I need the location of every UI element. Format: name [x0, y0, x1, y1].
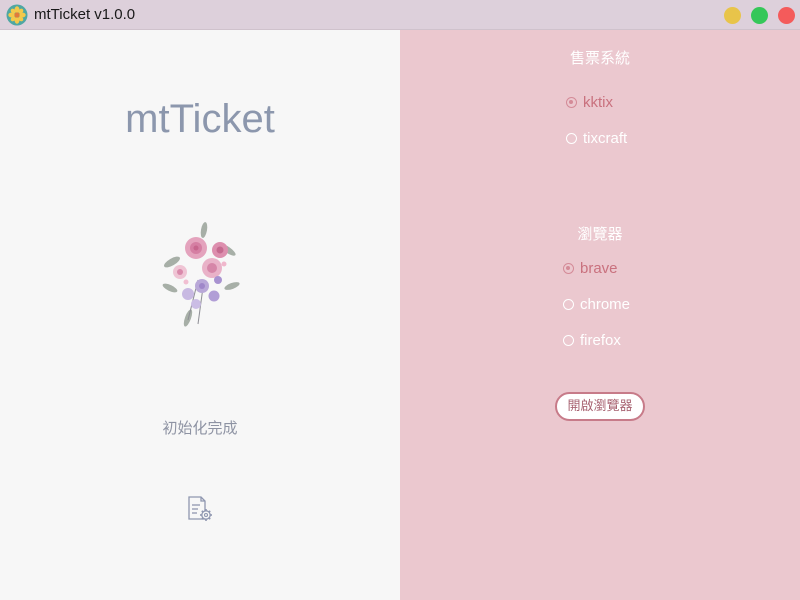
close-button[interactable] [778, 7, 795, 24]
browser-title: 瀏覽器 [577, 225, 623, 243]
status-text: 初始化完成 [162, 419, 238, 437]
radio-brave-label: brave [580, 260, 618, 277]
radio-kktix-label: kktix [583, 94, 613, 111]
radio-unselected-icon[interactable] [563, 335, 574, 346]
radio-unselected-icon[interactable] [563, 299, 574, 310]
title-bar[interactable]: mtTicket v1.0.0 [0, 0, 800, 30]
radio-chrome-label: chrome [580, 296, 631, 313]
radio-selected-icon[interactable] [566, 97, 577, 108]
radio-firefox-label: firefox [580, 332, 621, 349]
radio-tixcraft-label: tixcraft [583, 130, 628, 147]
minimize-button[interactable] [724, 7, 741, 24]
ticket-system-title: 售票系統 [569, 49, 630, 67]
maximize-button[interactable] [751, 7, 768, 24]
radio-kktix[interactable]: kktix [566, 94, 613, 111]
left-panel: mtTicket 初始化完成 [0, 30, 400, 600]
radio-selected-icon[interactable] [563, 263, 574, 274]
app-brand-title: mtTicket [125, 97, 275, 141]
document-gear-icon[interactable] [186, 495, 216, 523]
radio-firefox[interactable]: firefox [563, 332, 621, 349]
open-browser-button[interactable]: 開啟瀏覽器 [555, 392, 645, 421]
radio-tixcraft[interactable]: tixcraft [566, 130, 627, 147]
flower-bouquet-icon [162, 222, 240, 327]
radio-brave[interactable]: brave [563, 260, 618, 277]
right-panel: 售票系統 kktix tixcraft 瀏覽器 brave chrome fir… [400, 30, 800, 600]
radio-chrome[interactable]: chrome [563, 296, 630, 313]
app-flower-icon [6, 4, 28, 26]
radio-unselected-icon[interactable] [566, 133, 577, 144]
window-title: mtTicket v1.0.0 [34, 6, 136, 23]
